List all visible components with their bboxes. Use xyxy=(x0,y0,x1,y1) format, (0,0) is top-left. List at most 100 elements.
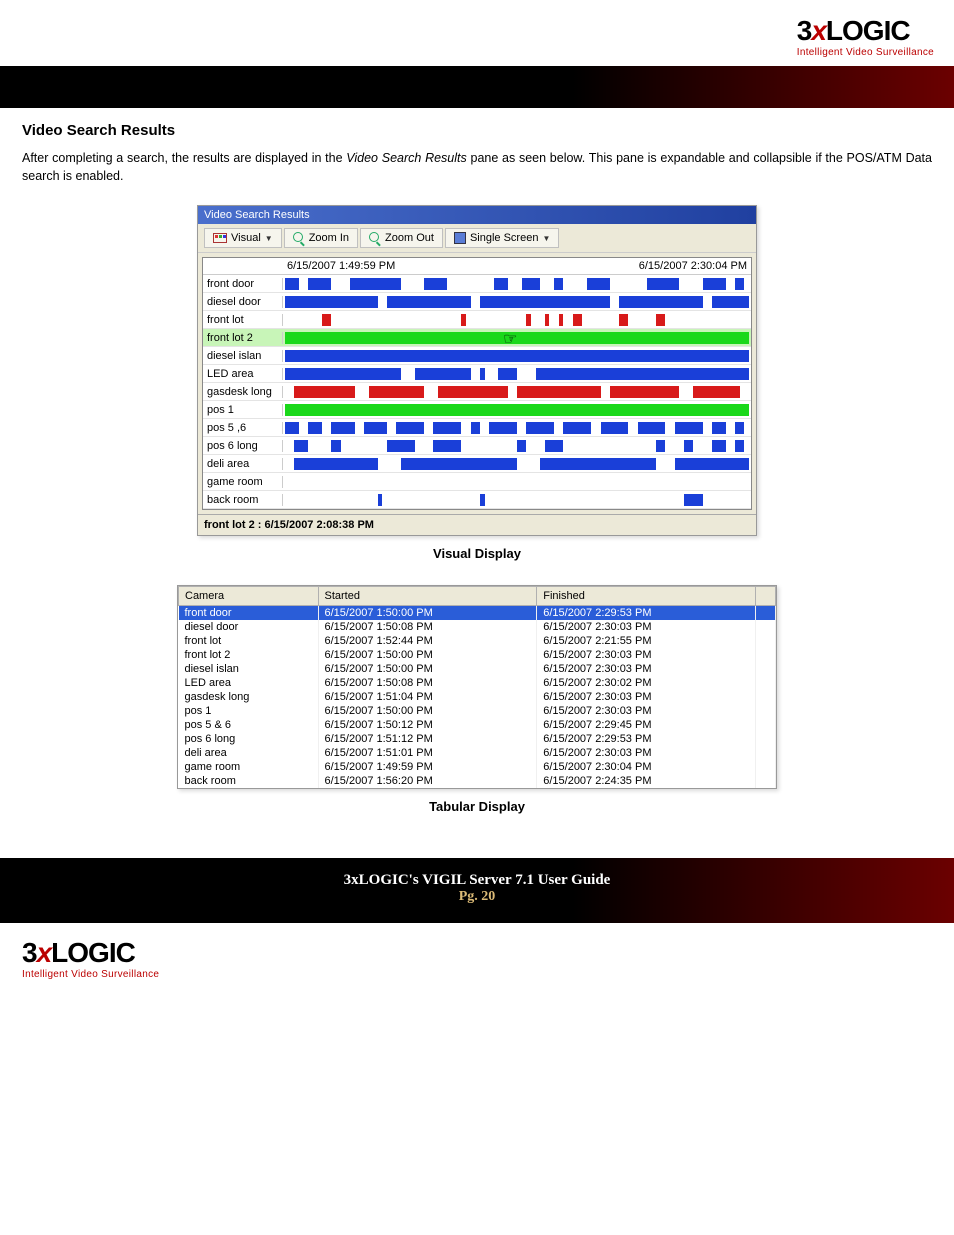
timeline-row[interactable]: pos 1 xyxy=(203,401,751,419)
timeline-bar-area[interactable] xyxy=(285,421,749,435)
timeline-segment[interactable] xyxy=(433,440,461,452)
timeline-bar-area[interactable] xyxy=(285,313,749,327)
timeline-segment[interactable] xyxy=(517,386,601,398)
timeline-segment[interactable] xyxy=(350,278,401,290)
timeline-segment[interactable] xyxy=(522,278,541,290)
timeline-segment[interactable] xyxy=(703,278,726,290)
timeline-segment[interactable] xyxy=(461,314,466,326)
timeline-bar-area[interactable] xyxy=(285,385,749,399)
timeline-segment[interactable] xyxy=(587,278,610,290)
timeline-segment[interactable] xyxy=(610,386,680,398)
timeline-segment[interactable] xyxy=(656,314,665,326)
timeline-segment[interactable] xyxy=(480,296,610,308)
timeline-segment[interactable] xyxy=(294,458,378,470)
timeline-segment[interactable] xyxy=(684,440,693,452)
col-finished[interactable]: Finished xyxy=(537,587,756,606)
timeline-segment[interactable] xyxy=(559,314,564,326)
timeline-segment[interactable] xyxy=(712,422,726,434)
timeline-segment[interactable] xyxy=(601,422,629,434)
timeline-row[interactable]: pos 5 ,6 xyxy=(203,419,751,437)
table-row[interactable]: front door6/15/2007 1:50:00 PM6/15/2007 … xyxy=(179,606,776,621)
timeline-row[interactable]: gasdesk long xyxy=(203,383,751,401)
timeline-segment[interactable] xyxy=(396,422,424,434)
timeline-row[interactable]: front lot xyxy=(203,311,751,329)
table-row[interactable]: diesel door6/15/2007 1:50:08 PM6/15/2007… xyxy=(179,620,776,634)
timeline-segment[interactable] xyxy=(494,278,508,290)
timeline-segment[interactable] xyxy=(735,440,744,452)
timeline-segment[interactable] xyxy=(526,314,531,326)
table-row[interactable]: back room6/15/2007 1:56:20 PM6/15/2007 2… xyxy=(179,774,776,788)
timeline-segment[interactable] xyxy=(712,440,726,452)
timeline-segment[interactable] xyxy=(517,440,526,452)
timeline-segment[interactable] xyxy=(735,278,744,290)
timeline-segment[interactable] xyxy=(619,314,628,326)
timeline-segment[interactable] xyxy=(364,422,387,434)
timeline-segment[interactable] xyxy=(712,296,749,308)
timeline-segment[interactable] xyxy=(675,458,749,470)
timeline-segment[interactable] xyxy=(563,422,591,434)
timeline-segment[interactable] xyxy=(554,278,563,290)
timeline-bar-area[interactable] xyxy=(285,367,749,381)
timeline-segment[interactable] xyxy=(285,404,749,416)
timeline-segment[interactable] xyxy=(573,314,582,326)
timeline-row[interactable]: LED area xyxy=(203,365,751,383)
timeline-row[interactable]: front lot 2☞ xyxy=(203,329,751,347)
timeline-bar-area[interactable]: ☞ xyxy=(285,331,749,345)
timeline-bar-area[interactable] xyxy=(285,403,749,417)
timeline-segment[interactable] xyxy=(424,278,447,290)
timeline-bar-area[interactable] xyxy=(285,349,749,363)
timeline-bar-area[interactable] xyxy=(285,457,749,471)
table-row[interactable]: pos 5 & 66/15/2007 1:50:12 PM6/15/2007 2… xyxy=(179,718,776,732)
results-table[interactable]: Camera Started Finished front door6/15/2… xyxy=(178,586,776,788)
table-row[interactable]: game room6/15/2007 1:49:59 PM6/15/2007 2… xyxy=(179,760,776,774)
timeline-segment[interactable] xyxy=(489,422,517,434)
table-row[interactable]: pos 16/15/2007 1:50:00 PM6/15/2007 2:30:… xyxy=(179,704,776,718)
timeline-row[interactable]: deli area xyxy=(203,455,751,473)
timeline-segment[interactable] xyxy=(471,422,480,434)
timeline-bar-area[interactable] xyxy=(285,493,749,507)
timeline-row[interactable]: diesel islan xyxy=(203,347,751,365)
zoom-in-button[interactable]: Zoom In xyxy=(284,228,358,248)
timeline-segment[interactable] xyxy=(369,386,425,398)
timeline-segment[interactable] xyxy=(693,386,739,398)
timeline-segment[interactable] xyxy=(308,278,331,290)
table-row[interactable]: front lot6/15/2007 1:52:44 PM6/15/2007 2… xyxy=(179,634,776,648)
col-camera[interactable]: Camera xyxy=(179,587,319,606)
timeline-segment[interactable] xyxy=(656,440,665,452)
timeline-row[interactable]: diesel door xyxy=(203,293,751,311)
timeline-segment[interactable] xyxy=(735,422,744,434)
timeline-bar-area[interactable] xyxy=(285,475,749,489)
timeline-row[interactable]: front door xyxy=(203,275,751,293)
timeline-segment[interactable] xyxy=(498,368,517,380)
table-row[interactable]: front lot 26/15/2007 1:50:00 PM6/15/2007… xyxy=(179,648,776,662)
timeline-segment[interactable] xyxy=(526,422,554,434)
timeline-segment[interactable] xyxy=(433,422,461,434)
timeline-segment[interactable] xyxy=(684,494,703,506)
timeline-segment[interactable] xyxy=(285,296,378,308)
timeline-segment[interactable] xyxy=(647,278,679,290)
timeline-segment[interactable] xyxy=(480,494,485,506)
timeline-segment[interactable] xyxy=(438,386,508,398)
timeline-segment[interactable] xyxy=(285,368,401,380)
timeline-bar-area[interactable] xyxy=(285,295,749,309)
timeline-segment[interactable] xyxy=(480,368,485,380)
timeline-segment[interactable] xyxy=(294,386,354,398)
timeline-segment[interactable] xyxy=(638,422,666,434)
timeline-segment[interactable] xyxy=(545,440,564,452)
timeline-segment[interactable] xyxy=(378,494,383,506)
zoom-out-button[interactable]: Zoom Out xyxy=(360,228,443,248)
table-row[interactable]: diesel islan6/15/2007 1:50:00 PM6/15/200… xyxy=(179,662,776,676)
timeline-segment[interactable] xyxy=(294,440,308,452)
timeline-segment[interactable] xyxy=(619,296,703,308)
view-mode-dropdown[interactable]: Visual ▼ xyxy=(204,228,282,248)
timeline-segment[interactable] xyxy=(675,422,703,434)
timeline-bar-area[interactable] xyxy=(285,277,749,291)
timeline-segment[interactable] xyxy=(545,314,550,326)
single-screen-dropdown[interactable]: Single Screen ▼ xyxy=(445,228,559,248)
table-row[interactable]: deli area6/15/2007 1:51:01 PM6/15/2007 2… xyxy=(179,746,776,760)
timeline-segment[interactable] xyxy=(415,368,471,380)
timeline-segment[interactable] xyxy=(285,350,749,362)
timeline-segment[interactable] xyxy=(540,458,656,470)
table-row[interactable]: LED area6/15/2007 1:50:08 PM6/15/2007 2:… xyxy=(179,676,776,690)
col-started[interactable]: Started xyxy=(318,587,537,606)
